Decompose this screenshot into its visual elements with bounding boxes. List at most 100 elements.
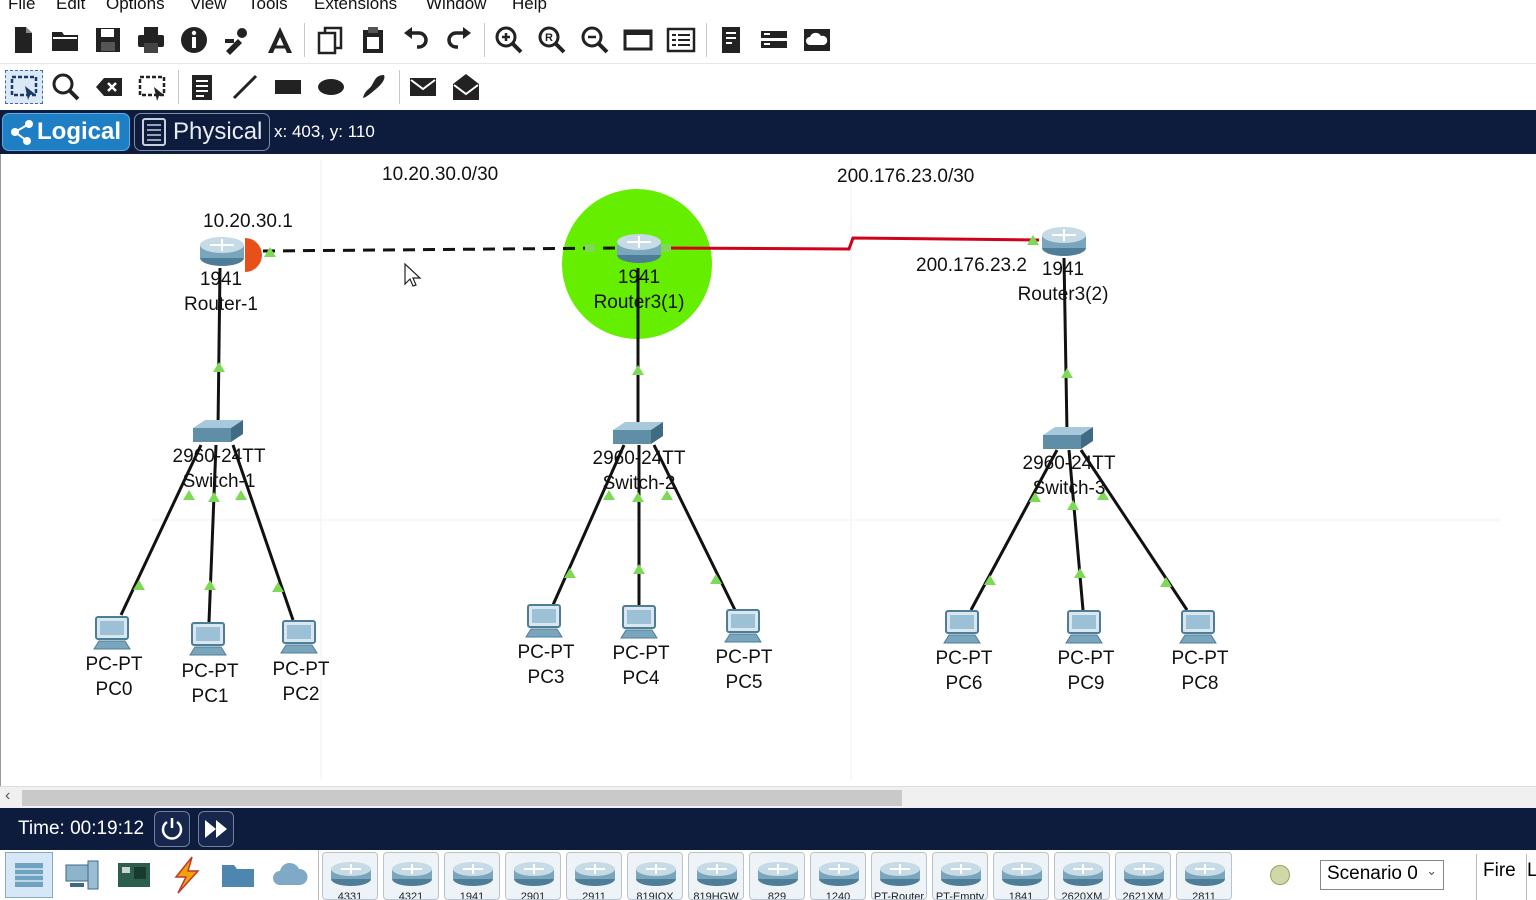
zoom-in-icon[interactable] bbox=[492, 23, 526, 57]
paste-icon[interactable] bbox=[356, 23, 390, 57]
router-icon bbox=[1002, 862, 1042, 886]
multiuser-icon[interactable] bbox=[266, 852, 314, 898]
device-model-2911[interactable]: 2911 bbox=[566, 852, 622, 900]
drawing-palette-icon[interactable] bbox=[621, 23, 655, 57]
new-file-icon[interactable] bbox=[6, 23, 40, 57]
fast-forward-button[interactable] bbox=[198, 811, 234, 847]
device-model-4331[interactable]: 4331 bbox=[322, 852, 378, 900]
activity-wizard-icon[interactable] bbox=[263, 23, 297, 57]
device-model-1841[interactable]: 1841 bbox=[993, 852, 1049, 900]
ellipse-icon[interactable] bbox=[314, 70, 348, 104]
menu-file[interactable]: File bbox=[8, 0, 35, 14]
router-router2[interactable] bbox=[617, 234, 661, 263]
logical-workspace[interactable]: 10.20.30.0/30 200.176.23.0/30 10.20.30.1… bbox=[0, 154, 1536, 786]
network-wizard-icon[interactable] bbox=[220, 23, 254, 57]
print-icon[interactable] bbox=[134, 23, 168, 57]
switch-switch2[interactable] bbox=[613, 422, 663, 444]
device-model-2811[interactable]: 2811 bbox=[1176, 852, 1232, 900]
complex-pdu-icon[interactable] bbox=[449, 70, 483, 104]
menu-options[interactable]: Options bbox=[106, 0, 165, 14]
cloud-icon[interactable] bbox=[800, 23, 834, 57]
router-icon bbox=[1063, 862, 1103, 886]
menu-tools[interactable]: Tools bbox=[248, 0, 288, 14]
menu-edit[interactable]: Edit bbox=[56, 0, 85, 14]
simulation-time: Time: 00:19:12 bbox=[18, 818, 145, 839]
redo-icon[interactable] bbox=[442, 23, 476, 57]
network-label-net2: 200.176.23.0/30 bbox=[837, 166, 975, 187]
device-label-switch3: 2960-24TT Switch-3 bbox=[1009, 451, 1129, 501]
connections-icon[interactable] bbox=[162, 852, 210, 898]
open-folder-icon[interactable] bbox=[48, 23, 82, 57]
switch-switch1[interactable] bbox=[193, 420, 243, 442]
end-devices-icon[interactable] bbox=[58, 852, 106, 898]
scrollbar-thumb[interactable] bbox=[22, 790, 902, 806]
zoom-reset-icon[interactable]: R bbox=[535, 23, 569, 57]
info-icon[interactable] bbox=[1270, 865, 1290, 885]
device-model: PC-PT bbox=[1171, 648, 1229, 669]
device-model-label: 1941 bbox=[459, 891, 485, 900]
switch-switch3[interactable] bbox=[1043, 427, 1093, 449]
pc-device-pc9[interactable] bbox=[1065, 610, 1103, 644]
delete-icon[interactable] bbox=[92, 70, 126, 104]
zoom-out-icon[interactable] bbox=[578, 23, 612, 57]
pc-device-pc3[interactable] bbox=[525, 604, 563, 638]
device-model-label: 1841 bbox=[1008, 891, 1034, 900]
device-model-819hgw[interactable]: 819HGW bbox=[688, 852, 744, 900]
device-model-1941[interactable]: 1941 bbox=[444, 852, 500, 900]
menu-extensions[interactable]: Extensions bbox=[314, 0, 397, 14]
copy-icon[interactable] bbox=[313, 23, 347, 57]
pc-device-pc8[interactable] bbox=[1179, 610, 1217, 644]
device-model-2621xm[interactable]: 2621XM bbox=[1115, 852, 1171, 900]
network-devices-icon[interactable] bbox=[5, 852, 53, 898]
resize-icon[interactable] bbox=[135, 70, 169, 104]
pc-device-pc1[interactable] bbox=[189, 622, 227, 656]
undo-icon[interactable] bbox=[399, 23, 433, 57]
menu-view[interactable]: View bbox=[190, 0, 227, 14]
scenario-select[interactable]: Scenario 0 ⌄ bbox=[1320, 860, 1444, 890]
misc-icon[interactable] bbox=[214, 852, 262, 898]
pc-device-pc2[interactable] bbox=[280, 620, 318, 654]
menu-window[interactable]: Window bbox=[426, 0, 486, 14]
device-model-pt-empty[interactable]: PT-Empty bbox=[932, 852, 988, 900]
fire-label: Fire bbox=[1483, 860, 1516, 881]
select-icon[interactable] bbox=[5, 70, 43, 104]
device-model-2620xm[interactable]: 2620XM bbox=[1054, 852, 1110, 900]
device-model-1240[interactable]: 1240 bbox=[810, 852, 866, 900]
device-model-4321[interactable]: 4321 bbox=[383, 852, 439, 900]
device-model-829[interactable]: 829 bbox=[749, 852, 805, 900]
custom-devices-icon[interactable] bbox=[664, 23, 698, 57]
tab-logical[interactable]: Logical bbox=[2, 113, 130, 151]
wan-icon[interactable] bbox=[757, 23, 791, 57]
device-model-2901[interactable]: 2901 bbox=[505, 852, 561, 900]
pc-device-pc5[interactable] bbox=[724, 609, 762, 643]
device-model: 2960-24TT bbox=[172, 446, 266, 467]
device-model-819iox[interactable]: 819IOX bbox=[627, 852, 683, 900]
rectangle-icon[interactable] bbox=[271, 70, 305, 104]
scroll-left-arrow-icon[interactable]: ‹ bbox=[5, 787, 10, 805]
last-column-label: L bbox=[1527, 860, 1536, 881]
pdu-list-icon[interactable] bbox=[714, 23, 748, 57]
freeform-icon[interactable] bbox=[357, 70, 391, 104]
simple-pdu-icon[interactable] bbox=[406, 70, 440, 104]
device-model-label: 2620XM bbox=[1061, 891, 1103, 900]
device-name: Router3(2) bbox=[1017, 284, 1109, 305]
router-router1[interactable] bbox=[200, 237, 244, 266]
device-model-pt-router[interactable]: PT-Router bbox=[871, 852, 927, 900]
save-icon[interactable] bbox=[91, 23, 125, 57]
menu-help[interactable]: Help bbox=[512, 0, 547, 14]
pc-device-pc6[interactable] bbox=[943, 610, 981, 644]
inspect-icon[interactable] bbox=[49, 70, 83, 104]
note-icon[interactable] bbox=[185, 70, 219, 104]
device-model-label: 2911 bbox=[582, 891, 606, 900]
line-icon[interactable] bbox=[228, 70, 262, 104]
info-icon[interactable] bbox=[177, 23, 211, 57]
pc-device-pc4[interactable] bbox=[620, 605, 658, 639]
router-router3[interactable] bbox=[1042, 227, 1086, 256]
power-cycle-button[interactable] bbox=[154, 811, 190, 847]
tab-physical[interactable]: Physical bbox=[134, 113, 270, 151]
components-icon[interactable] bbox=[110, 852, 158, 898]
pc-device-pc0[interactable] bbox=[93, 616, 131, 650]
device-model-label: 1240 bbox=[825, 891, 851, 900]
workspace-horizontal-scrollbar[interactable]: ‹ bbox=[0, 786, 1536, 808]
device-label-router1: 1941 Router-1 bbox=[171, 267, 271, 317]
